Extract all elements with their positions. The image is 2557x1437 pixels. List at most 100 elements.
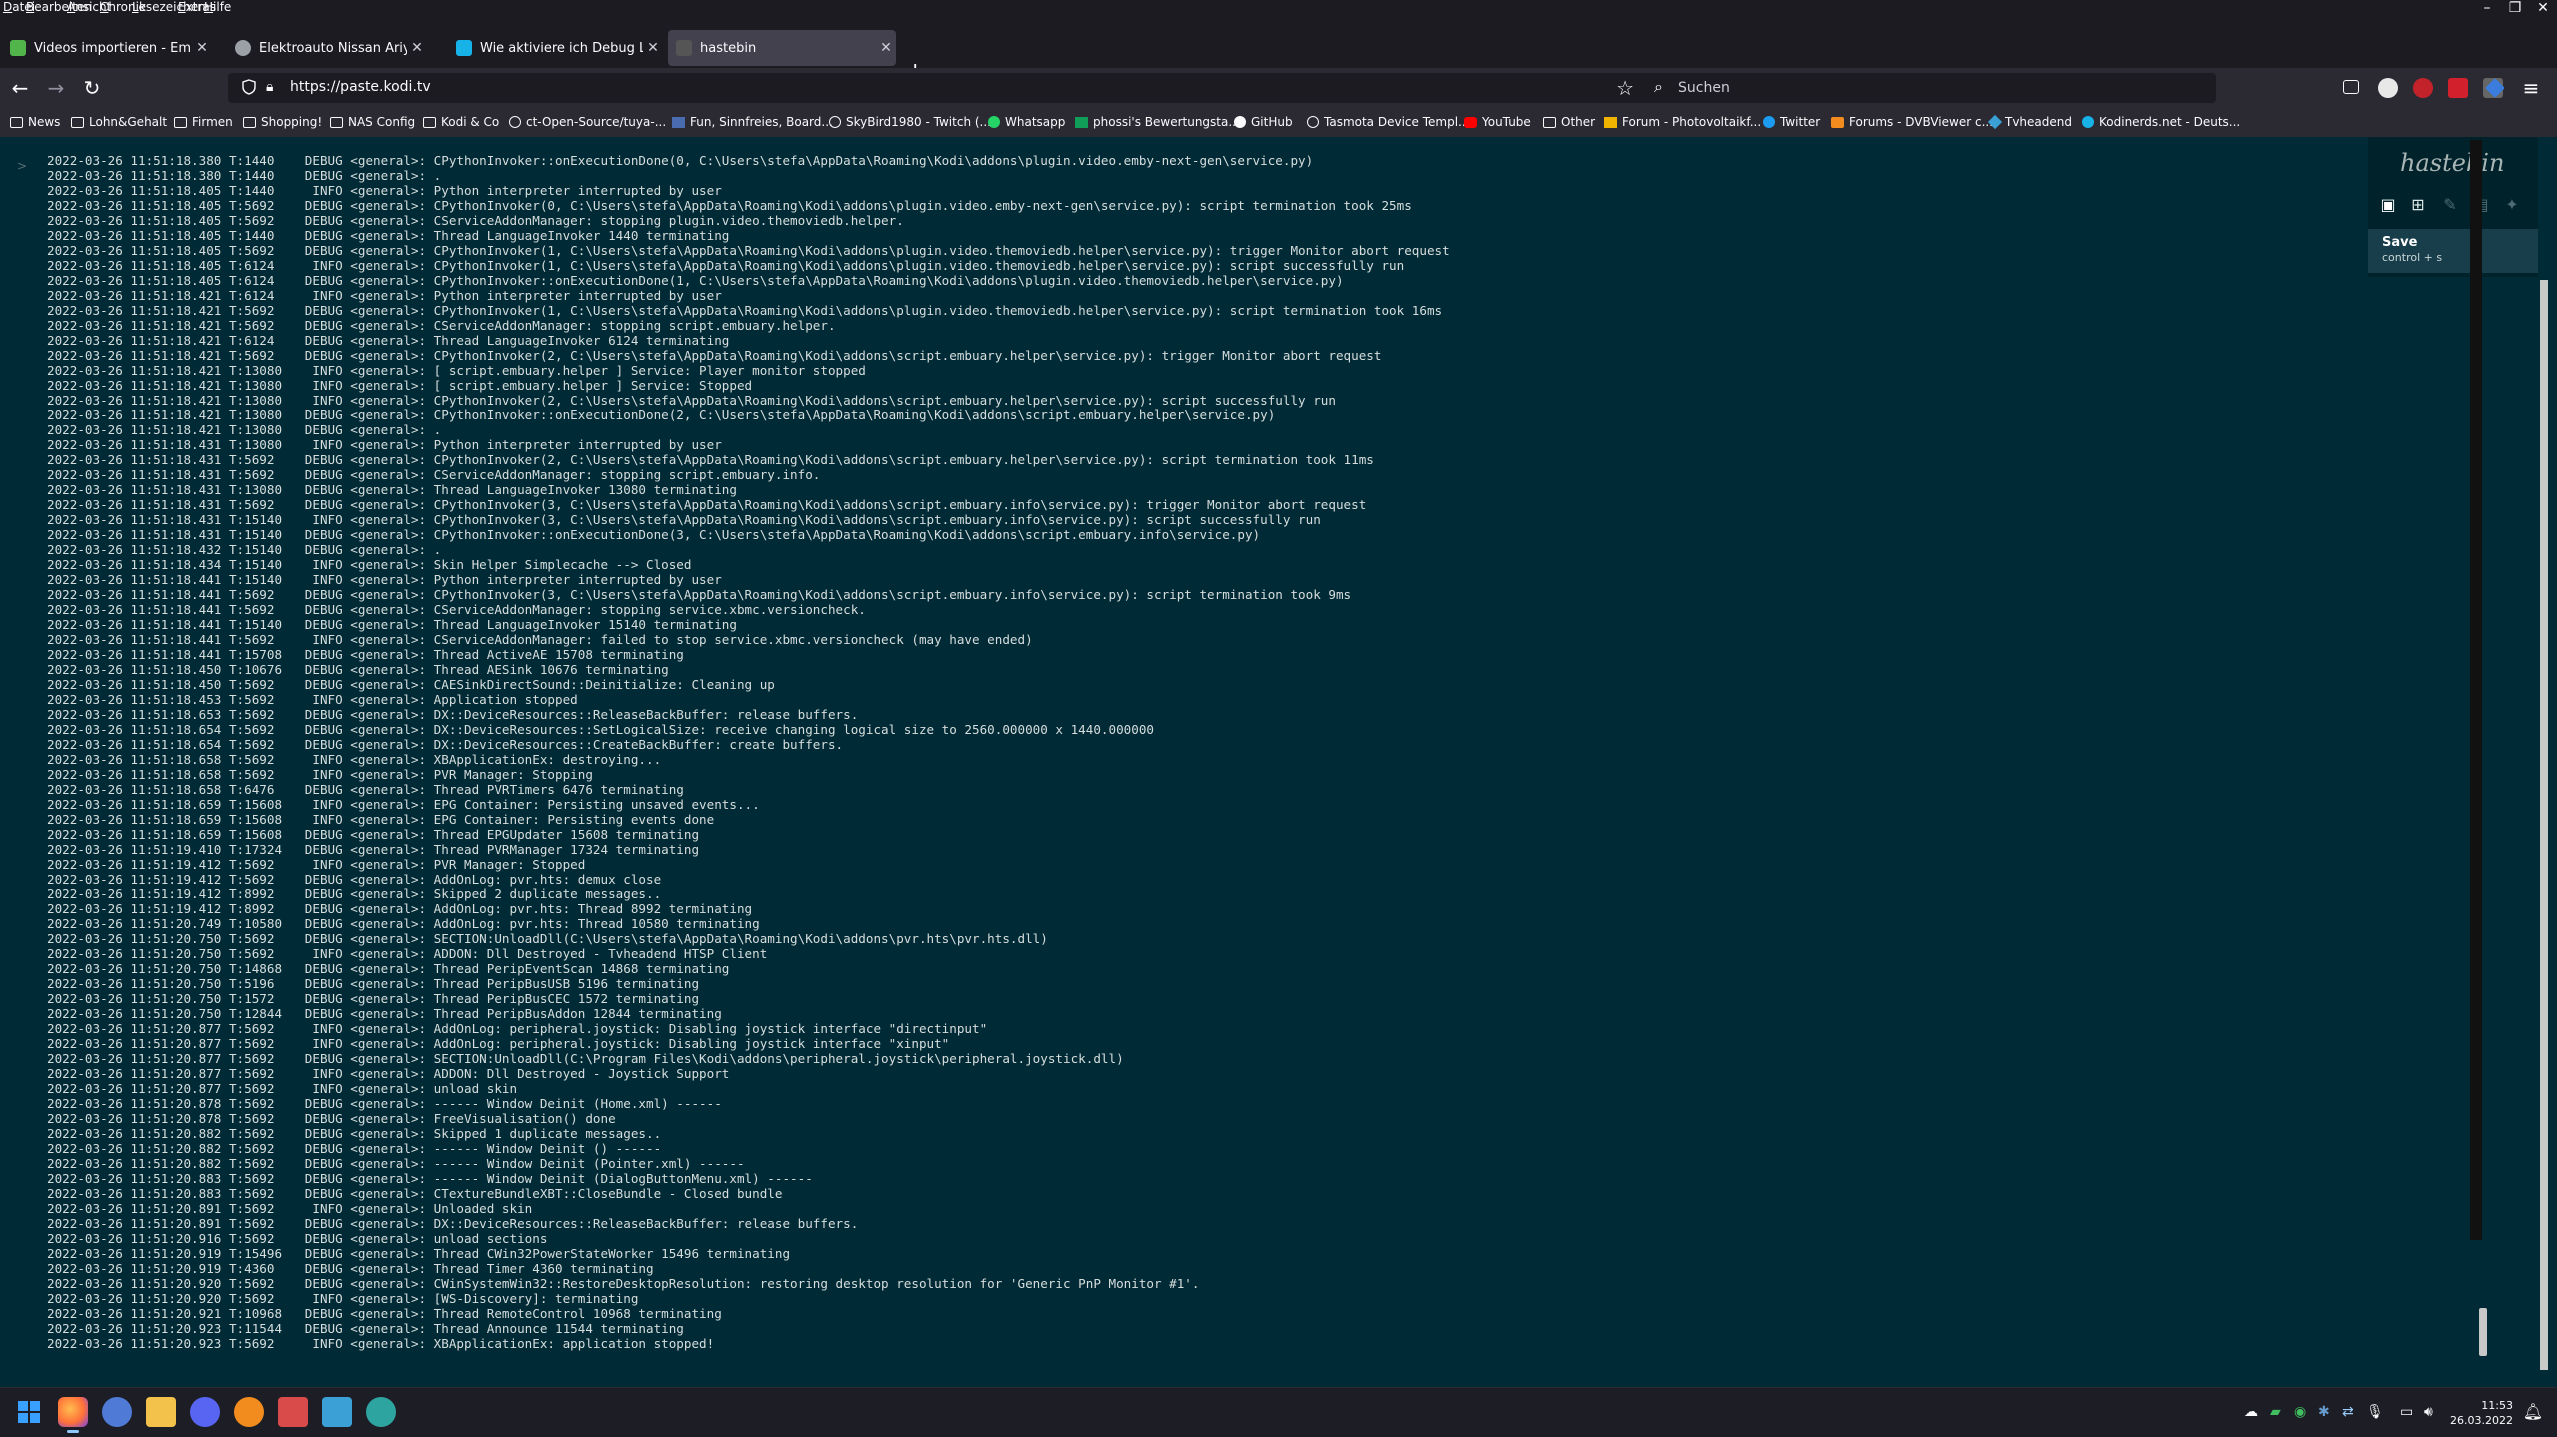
bookmark-twitter[interactable]: Twitter (1763, 115, 1820, 129)
bookmark-skybird[interactable]: SkyBird1980 - Twitch (... (829, 115, 991, 129)
globe-app-icon[interactable] (366, 1397, 396, 1427)
bookmark-news[interactable]: News (10, 115, 60, 129)
discord-icon[interactable] (190, 1397, 220, 1427)
pdf-extension-icon[interactable] (2448, 78, 2468, 98)
back-icon[interactable]: ← (8, 76, 32, 100)
page-scrollbar[interactable] (2540, 280, 2548, 1370)
adblock-icon[interactable] (2413, 78, 2433, 98)
log-line: 2022-03-26 11:51:18.654 T:5692 DEBUG <ge… (47, 721, 1154, 737)
tab-label: Elektroauto Nissan Ariya im erst... (259, 40, 407, 56)
bookmark-github[interactable]: GitHub (1234, 115, 1293, 129)
bookmark-fun[interactable]: Fun, Sinnfreies, Board... (672, 115, 833, 129)
log-line: 2022-03-26 11:51:18.441 T:15708 DEBUG <g… (47, 646, 684, 662)
log-line: 2022-03-26 11:51:19.412 T:8992 DEBUG <ge… (47, 886, 662, 902)
forward-icon[interactable]: → (44, 76, 68, 100)
shield-icon[interactable] (242, 79, 256, 95)
bookmark-dvbviewer[interactable]: Forums - DVBViewer c... (1831, 115, 1993, 129)
close-window-icon[interactable]: ✕ (2533, 0, 2553, 16)
bookmark-other[interactable]: Other (1543, 115, 1595, 129)
bookmark-lohn-gehalt[interactable]: Lohn&Gehalt (71, 115, 167, 129)
save-icon[interactable]: ▣ (2378, 195, 2398, 215)
url-bar[interactable]: 🔒︎ https://paste.kodi.tv ☆ (228, 73, 1648, 103)
chat-icon[interactable] (102, 1397, 132, 1427)
bookmark-phossi[interactable]: phossi's Bewertungsta... (1075, 115, 1240, 129)
bookmark-shopping[interactable]: Shopping! (243, 115, 322, 129)
teamviewer-icon[interactable]: ⇄ (2342, 1404, 2354, 1420)
log-line: 2022-03-26 11:51:20.923 T:5692 INFO <gen… (47, 1335, 715, 1351)
close-tab-icon[interactable]: ✕ (643, 40, 663, 56)
log-text[interactable]: 2022-03-26 11:51:18.380 T:1440 DEBUG <ge… (47, 153, 2347, 1352)
start-icon[interactable] (14, 1397, 44, 1427)
clock[interactable]: 11:53 26.03.2022 (2450, 1398, 2513, 1428)
hastebin-content[interactable]: > 2022-03-26 11:51:18.380 T:1440 DEBUG <… (0, 137, 2557, 1387)
hastebin-logo[interactable]: hastebin (2400, 149, 2504, 177)
reload-icon[interactable]: ↻ (80, 76, 104, 100)
log-line: 2022-03-26 11:51:18.653 T:5692 DEBUG <ge… (47, 706, 859, 722)
firefox-icon[interactable] (58, 1397, 88, 1433)
folder-icon (174, 116, 187, 128)
tab-hastebin[interactable]: hastebin ✕ (668, 30, 896, 66)
notification-icon[interactable]: 🔔︎ (2523, 1402, 2543, 1421)
twitter-share-icon[interactable]: ✦ (2502, 195, 2522, 215)
bookmark-photovoltaik[interactable]: Forum - Photovoltaikf... (1604, 115, 1761, 129)
volume-icon[interactable]: 🔊︎ (2424, 1404, 2433, 1420)
microphone-icon[interactable]: 🎙︎ (2366, 1404, 2384, 1420)
log-line: 2022-03-26 11:51:18.421 T:5692 DEBUG <ge… (47, 302, 1443, 318)
bluetooth-icon[interactable]: ✱ (2318, 1404, 2330, 1420)
bookmark-label: Kodi & Co (441, 115, 500, 129)
bookmark-whatsapp[interactable]: Whatsapp (988, 115, 1065, 129)
folder-icon (423, 116, 436, 128)
bookmark-star-icon[interactable]: ☆ (1616, 76, 1634, 100)
tab-emby[interactable]: Videos importieren - Emby in K... ✕ (2, 30, 212, 66)
log-line: 2022-03-26 11:51:18.441 T:5692 INFO <gen… (47, 632, 1033, 647)
url-text[interactable]: https://paste.kodi.tv (290, 79, 431, 95)
minimize-icon[interactable]: – (2477, 0, 2497, 16)
bookmark-tvheadend[interactable]: Tvheadend (1987, 114, 2072, 130)
rss-icon (1831, 116, 1844, 128)
kodi-favicon (456, 40, 472, 56)
close-tab-icon[interactable]: ✕ (192, 40, 212, 56)
crossout-icon[interactable] (234, 1397, 264, 1427)
bookmark-kodinerds[interactable]: Kodinerds.net - Deuts... (2082, 115, 2240, 129)
close-tab-icon[interactable]: ✕ (407, 40, 427, 56)
scrollbar-thumb[interactable] (2479, 1308, 2487, 1356)
bookmark-tasmota[interactable]: Tasmota Device Templ... (1307, 115, 1469, 129)
log-line: 2022-03-26 11:51:20.920 T:5692 DEBUG <ge… (47, 1275, 1200, 1291)
bookmark-firmen[interactable]: Firmen (174, 115, 233, 129)
lock-icon[interactable]: 🔒︎ (266, 79, 273, 95)
calendar-icon[interactable] (278, 1397, 308, 1427)
bookmark-youtube[interactable]: YouTube (1464, 115, 1531, 129)
bookmark-nas-config[interactable]: NAS Config (330, 115, 415, 129)
pocket-icon[interactable] (2343, 80, 2359, 94)
new-document-icon[interactable]: ⊞ (2408, 195, 2428, 215)
bookmark-kodi-co[interactable]: Kodi & Co (423, 115, 499, 129)
search-bar[interactable]: ⌕ Suchen (1644, 73, 2216, 103)
notes-icon[interactable] (322, 1397, 352, 1427)
log-line: 2022-03-26 11:51:20.921 T:10968 DEBUG <g… (47, 1305, 722, 1321)
log-line: 2022-03-26 11:51:18.431 T:13080 DEBUG <g… (47, 482, 737, 498)
network-icon[interactable]: ▭ (2400, 1404, 2413, 1420)
log-line: 2022-03-26 11:51:18.431 T:5692 DEBUG <ge… (47, 497, 1367, 513)
log-line: 2022-03-26 11:51:18.431 T:15140 DEBUG <g… (47, 527, 1261, 543)
log-line: 2022-03-26 11:51:18.453 T:5692 INFO <gen… (47, 691, 578, 707)
tab-bar: Videos importieren - Emby in K... ✕ Elek… (0, 26, 2557, 84)
kodi-icon (2082, 116, 2094, 128)
nvidia-icon[interactable]: ▰ (2270, 1404, 2281, 1420)
restore-icon[interactable]: ❐ (2505, 0, 2525, 16)
extension-s-icon[interactable] (2378, 78, 2398, 98)
cloud-icon[interactable]: ☁ (2244, 1404, 2258, 1420)
explorer-icon[interactable] (146, 1397, 176, 1427)
tab-kodi-wiki[interactable]: Wie aktiviere ich Debug Logging... ✕ (448, 30, 663, 66)
tab-nissan[interactable]: Elektroauto Nissan Ariya im erst... ✕ (227, 30, 427, 66)
close-tab-icon[interactable]: ✕ (876, 40, 896, 56)
log-line: 2022-03-26 11:51:18.405 T:6124 DEBUG <ge… (47, 272, 1344, 288)
twitter-icon (1763, 116, 1775, 128)
shield-tray-icon[interactable]: ◉ (2294, 1404, 2306, 1420)
menu-hilfe[interactable]: Hilfe (204, 0, 231, 14)
hamburger-menu-icon[interactable]: ≡ (2519, 76, 2543, 100)
scrollbar-track[interactable] (2470, 140, 2482, 1240)
bookmark-ct-open-source[interactable]: ct-Open-Source/tuya-... (509, 115, 666, 129)
log-line: 2022-03-26 11:51:19.412 T:5692 INFO <gen… (47, 856, 586, 872)
duplicate-icon[interactable]: ✎ (2440, 195, 2460, 215)
tab-label: Wie aktiviere ich Debug Logging... (480, 40, 643, 56)
